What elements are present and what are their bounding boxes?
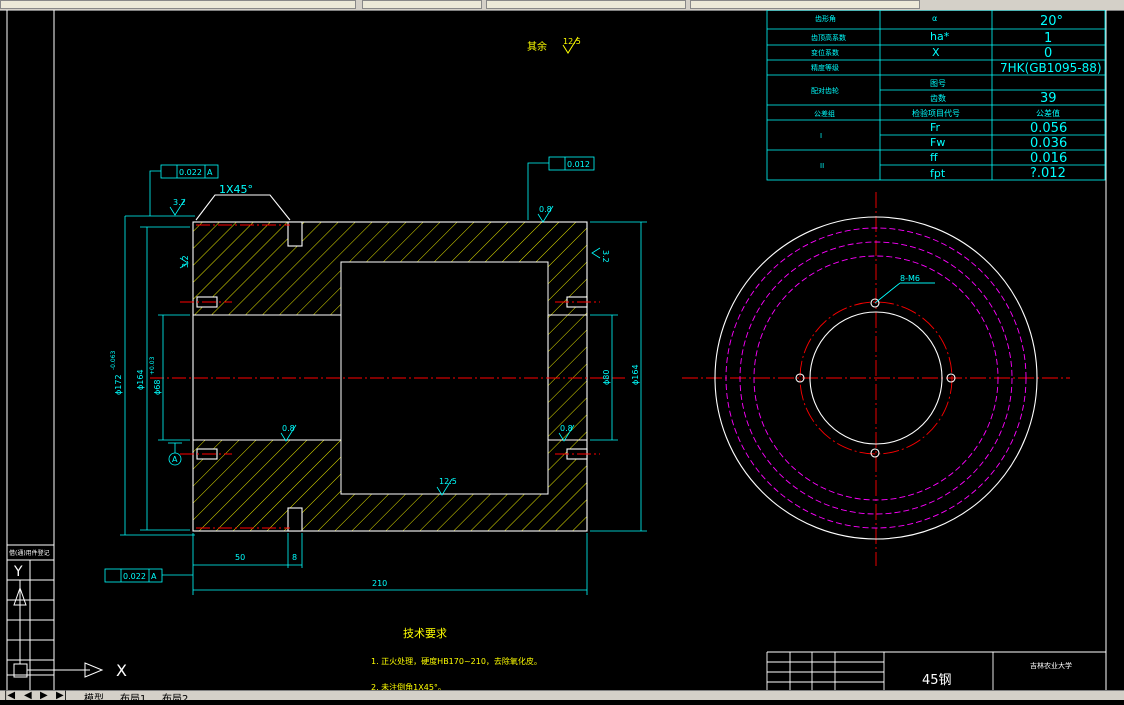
svg-text:变位系数: 变位系数 [811,48,839,57]
dim-right-outer: ϕ164 [631,364,640,385]
svg-text:检验项目代号: 检验项目代号 [912,108,960,118]
dim-outer-tol: -0.063 [110,350,117,370]
ra-bore-right: 0.8 [560,424,573,433]
tech-requirements: 技术要求 1. 正火处理，硬度HB170~210，去除氧化皮。 2. 未注倒角1… [371,627,542,690]
svg-text:公差值: 公差值 [1036,108,1060,118]
surface-rest-note: 其余 [527,40,547,53]
ra-top-right: 0.8 [539,205,552,214]
svg-text:Fr: Fr [930,121,941,134]
svg-text:II: II [820,162,824,170]
gtol-runout-datum: A [207,168,213,177]
ra-recess: 12.5 [439,477,457,486]
svg-text:α: α [932,14,937,23]
parameter-table-symbols: α ha* X 图号 齿数 检验项目代号 Fr Fw ff fpt [912,14,960,180]
svg-text:0: 0 [1044,46,1052,61]
ra-bore-left: 0.8 [282,424,295,433]
dim-outer: ϕ172 [114,374,123,395]
svg-text:1. 正火处理，硬度HB170~210，去除氧化皮。: 1. 正火处理，硬度HB170~210，去除氧化皮。 [371,656,542,666]
gtol-runout-value: 0.022 [179,168,202,177]
svg-text:0.036: 0.036 [1030,136,1067,151]
dim-bore-tol: +0.03 [149,356,156,375]
ucs-x-label: X [116,661,127,680]
gtol-flat-value: 0.012 [567,160,590,169]
material-label: 45钢 [922,673,952,688]
end-view: 8-M6 [682,192,1070,566]
school-label: 吉林农业大学 [1030,661,1072,670]
ra-left-face: 3.2 [181,255,190,268]
svg-text:0.056: 0.056 [1030,121,1067,136]
ucs-icon [13,580,104,678]
parameter-table-values: 20° 1 0 7HK(GB1095-88) 39 公差值 0.056 0.03… [1000,14,1102,181]
parameter-table-names: 齿形角 齿顶高系数 变位系数 精度等级 配对齿轮 公差组 I II [811,14,846,170]
top-tab-drawing[interactable] [0,0,356,9]
svg-text:齿形角: 齿形角 [815,14,836,23]
datum-label: A [172,455,178,464]
svg-text:ha*: ha* [930,30,950,43]
tab-model[interactable]: 模型 [84,690,104,705]
svg-text:技术要求: 技术要求 [403,627,447,640]
svg-text:0.016: 0.016 [1030,151,1067,166]
svg-text:39: 39 [1040,91,1057,106]
svg-text:配对齿轮: 配对齿轮 [811,86,839,95]
svg-text:X: X [932,46,940,59]
hole-callout: 8-M6 [900,274,920,283]
dim-right-bore: ϕ80 [602,370,611,385]
tab-nav-next-icon[interactable]: ▶ [40,690,48,701]
svg-text:公差组: 公差组 [814,109,835,118]
svg-text:ff: ff [930,151,938,164]
svg-text:Fw: Fw [930,136,945,149]
dim-50: 50 [235,553,245,562]
dim-210: 210 [372,579,387,588]
left-strip-label: 借(通)用件登记 [9,549,50,557]
chamfer-label: 1X45° [219,183,253,196]
svg-text:2. 未注倒角1X45°。: 2. 未注倒角1X45°。 [371,682,446,690]
dim-left-bore: ϕ164 [136,369,145,390]
svg-text:?.012: ?.012 [1030,166,1066,181]
gtol-bottom-value: 0.022 [123,572,146,581]
svg-text:20°: 20° [1040,14,1063,29]
ucs-y-label: Y [13,564,23,580]
ra-right-face: 3.2 [601,250,610,263]
svg-text:精度等级: 精度等级 [811,63,839,72]
top-tab-2[interactable] [486,0,686,9]
tab-layout2[interactable]: 布局2 [162,690,188,705]
svg-text:图号: 图号 [930,79,946,88]
cad-drawing-canvas[interactable]: 借(通)用件登记 其余 12.5 1X45° 3.2 3.2 0.8 3.2 0… [0,10,1124,690]
tab-nav-last-icon[interactable]: ▶| [56,690,67,701]
svg-text:1: 1 [1044,31,1052,46]
svg-text:7HK(GB1095-88): 7HK(GB1095-88) [1000,61,1102,75]
tab-nav-first-icon[interactable]: |◀ [4,690,15,701]
dim-8: 8 [292,553,297,562]
svg-text:齿数: 齿数 [930,93,946,103]
tab-layout1[interactable]: 布局1 [120,690,146,705]
svg-text:I: I [820,132,822,140]
svg-text:fpt: fpt [930,167,946,180]
top-tab-3[interactable] [690,0,920,9]
surface-rest-ra: 12.5 [563,37,581,46]
svg-text:齿顶高系数: 齿顶高系数 [811,33,846,42]
tab-nav-prev-icon[interactable]: ◀ [24,690,32,701]
ra-top-left: 3.2 [173,198,186,207]
top-tab-1[interactable] [362,0,482,9]
gtol-bottom-datum: A [151,572,157,581]
dim-bore-fit: ϕ68 [153,380,162,395]
